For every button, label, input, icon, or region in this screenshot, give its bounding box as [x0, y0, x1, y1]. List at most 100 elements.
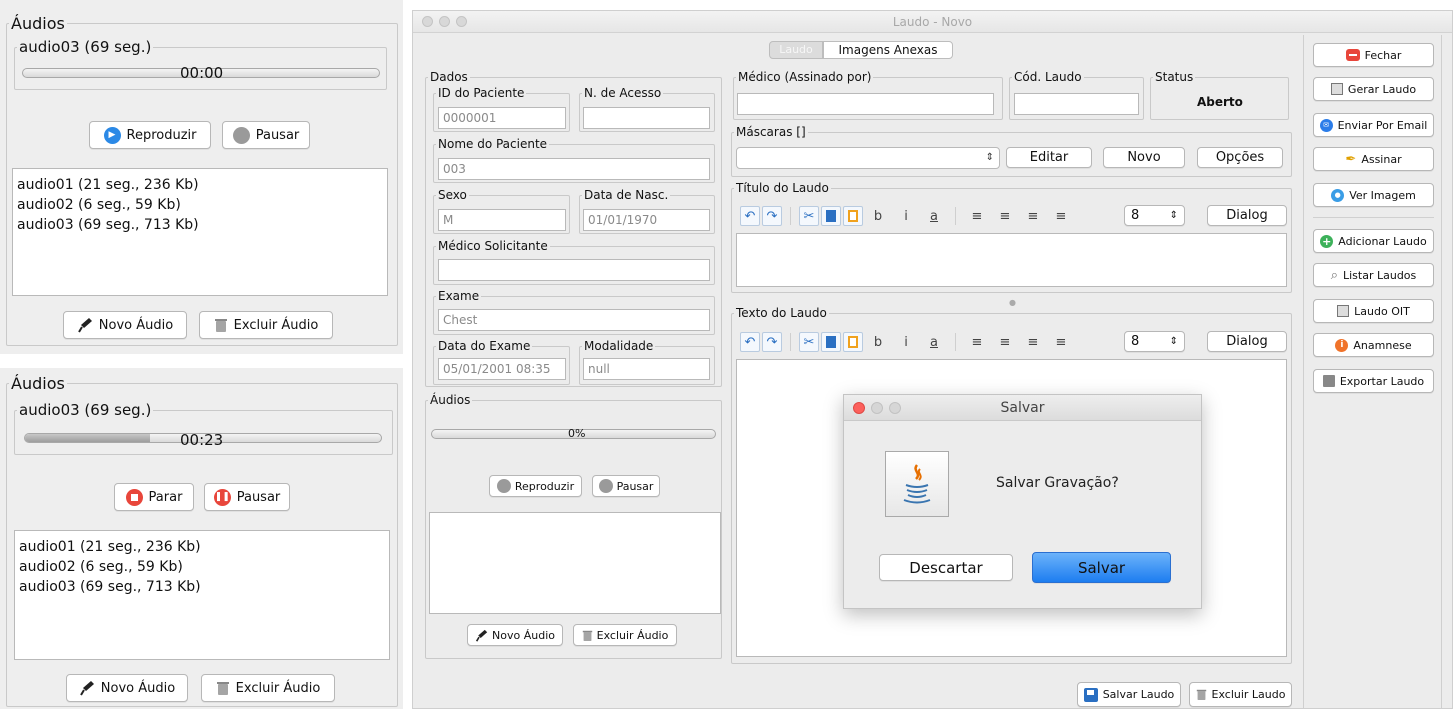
- list-item[interactable]: audio01 (21 seg., 236 Kb): [19, 537, 385, 557]
- window-pause-button[interactable]: Pausar: [592, 475, 660, 497]
- texto-font-name-select[interactable]: Dialog: [1207, 331, 1287, 352]
- cut-icon[interactable]: ✂: [799, 332, 819, 352]
- pause-button[interactable]: ❚❚ Pausar: [204, 483, 290, 511]
- sexo-field[interactable]: M: [438, 209, 566, 231]
- pause-button[interactable]: Pausar: [222, 121, 310, 149]
- nome-paciente-field[interactable]: 003: [438, 158, 710, 180]
- adicionar-laudo-button[interactable]: + Adicionar Laudo: [1313, 229, 1434, 253]
- paste-icon[interactable]: [843, 332, 863, 352]
- play-button[interactable]: ▶ Reproduzir: [89, 121, 211, 149]
- pen-icon: ✒: [1345, 151, 1357, 167]
- laudo-oit-label: Laudo OIT: [1354, 304, 1410, 318]
- sexo-label: Sexo: [438, 188, 467, 202]
- new-audio-label: Novo Áudio: [98, 317, 174, 333]
- align-left-icon[interactable]: ≡: [964, 209, 990, 224]
- n-acesso-field[interactable]: [583, 107, 710, 129]
- titulo-font-name-select[interactable]: Dialog: [1207, 205, 1287, 226]
- fechar-button[interactable]: Fechar: [1313, 43, 1434, 67]
- cod-laudo-field[interactable]: [1014, 93, 1139, 115]
- list-item[interactable]: audio03 (69 seg., 713 Kb): [19, 577, 385, 597]
- paste-icon[interactable]: [843, 206, 863, 226]
- cut-icon[interactable]: ✂: [799, 206, 819, 226]
- assinar-button[interactable]: ✒ Assinar: [1313, 147, 1434, 171]
- titulo-font-size-select[interactable]: 8 ⇕: [1124, 205, 1185, 226]
- mascaras-select[interactable]: ⇕: [736, 147, 1000, 169]
- exame-label: Exame: [438, 289, 480, 303]
- list-item[interactable]: audio02 (6 seg., 59 Kb): [19, 557, 385, 577]
- exportar-laudo-button[interactable]: Exportar Laudo: [1313, 369, 1434, 393]
- window-play-button[interactable]: Reproduzir: [489, 475, 582, 497]
- enviar-email-button[interactable]: ✉ Enviar Por Email: [1313, 113, 1434, 137]
- audio-list[interactable]: audio01 (21 seg., 236 Kb) audio02 (6 seg…: [12, 168, 388, 296]
- tab-laudo[interactable]: Laudo: [769, 41, 823, 59]
- texto-font-size-select[interactable]: 8 ⇕: [1124, 331, 1185, 352]
- medico-solicitante-field[interactable]: [438, 259, 710, 281]
- list-item[interactable]: audio03 (69 seg., 713 Kb): [17, 215, 383, 235]
- delete-audio-label: Excluir Áudio: [233, 317, 319, 333]
- italic-button[interactable]: i: [893, 335, 919, 350]
- redo-icon[interactable]: ↷: [762, 206, 782, 226]
- editar-button[interactable]: Editar: [1006, 147, 1092, 168]
- window-title: Laudo - Novo: [892, 15, 973, 29]
- excluir-laudo-button[interactable]: Excluir Laudo: [1189, 682, 1292, 707]
- modalidade-field[interactable]: null: [583, 358, 710, 380]
- align-right-icon[interactable]: ≡: [1020, 209, 1046, 224]
- underline-button[interactable]: a: [921, 209, 947, 224]
- window-delete-audio-button[interactable]: Excluir Áudio: [573, 624, 677, 646]
- medico-assinado-field[interactable]: [737, 93, 994, 115]
- id-paciente-field[interactable]: 0000001: [438, 107, 566, 129]
- stop-button[interactable]: Parar: [114, 483, 194, 511]
- undo-icon[interactable]: ↶: [740, 206, 760, 226]
- dialog-titlebar: Salvar: [844, 395, 1201, 421]
- trash-icon: [214, 317, 228, 333]
- ver-imagem-button[interactable]: ● Ver Imagem: [1313, 183, 1434, 207]
- pause-icon: [232, 126, 250, 144]
- data-nasc-field[interactable]: 01/01/1970: [583, 209, 710, 231]
- bold-button[interactable]: b: [865, 335, 891, 350]
- copy-icon[interactable]: [821, 206, 841, 226]
- gerar-laudo-button[interactable]: Gerar Laudo: [1313, 77, 1434, 101]
- document-icon: [1330, 83, 1343, 95]
- align-right-icon[interactable]: ≡: [1020, 335, 1046, 350]
- audio-list[interactable]: audio01 (21 seg., 236 Kb) audio02 (6 seg…: [14, 530, 390, 660]
- italic-button[interactable]: i: [893, 209, 919, 224]
- novo-button[interactable]: Novo: [1103, 147, 1185, 168]
- play-icon: ▶: [103, 126, 121, 144]
- salvar-button[interactable]: Salvar: [1032, 552, 1171, 583]
- redo-icon[interactable]: ↷: [762, 332, 782, 352]
- list-item[interactable]: audio02 (6 seg., 59 Kb): [17, 195, 383, 215]
- align-center-icon[interactable]: ≡: [992, 209, 1018, 224]
- align-left-icon[interactable]: ≡: [964, 335, 990, 350]
- descartar-button[interactable]: Descartar: [879, 554, 1013, 581]
- align-center-icon[interactable]: ≡: [992, 335, 1018, 350]
- laudo-oit-button[interactable]: Laudo OIT: [1313, 299, 1434, 323]
- salvar-laudo-button[interactable]: Salvar Laudo: [1077, 682, 1181, 707]
- delete-audio-button[interactable]: Excluir Áudio: [199, 311, 333, 339]
- list-item[interactable]: audio01 (21 seg., 236 Kb): [17, 175, 383, 195]
- salvar-laudo-label: Salvar Laudo: [1102, 688, 1175, 701]
- data-exame-field[interactable]: 05/01/2001 08:35: [438, 358, 566, 380]
- window-new-audio-button[interactable]: Novo Áudio: [467, 624, 563, 646]
- align-justify-icon[interactable]: ≡: [1048, 335, 1074, 350]
- bold-button[interactable]: b: [865, 209, 891, 224]
- underline-button[interactable]: a: [921, 335, 947, 350]
- listar-laudos-button[interactable]: ⌕ Listar Laudos: [1313, 263, 1434, 287]
- window-audio-progress-text: 0%: [568, 427, 586, 440]
- stop-button-label: Parar: [148, 489, 183, 505]
- titulo-laudo-label: Título do Laudo: [736, 181, 829, 195]
- opcoes-button[interactable]: Opções: [1197, 147, 1283, 168]
- exame-field[interactable]: Chest: [438, 309, 710, 331]
- align-justify-icon[interactable]: ≡: [1048, 209, 1074, 224]
- new-audio-button[interactable]: Novo Áudio: [66, 674, 188, 702]
- tab-imagens-anexas[interactable]: Imagens Anexas: [823, 41, 953, 59]
- undo-icon[interactable]: ↶: [740, 332, 760, 352]
- new-audio-button[interactable]: Novo Áudio: [63, 311, 187, 339]
- window-audio-list[interactable]: [429, 512, 721, 614]
- cod-laudo-label: Cód. Laudo: [1014, 70, 1082, 84]
- copy-icon[interactable]: [821, 332, 841, 352]
- gerar-laudo-label: Gerar Laudo: [1347, 82, 1417, 96]
- titulo-text-area[interactable]: [736, 233, 1287, 287]
- anamnese-button[interactable]: i Anamnese: [1313, 333, 1434, 357]
- fechar-label: Fechar: [1364, 48, 1402, 62]
- delete-audio-button[interactable]: Excluir Áudio: [201, 674, 335, 702]
